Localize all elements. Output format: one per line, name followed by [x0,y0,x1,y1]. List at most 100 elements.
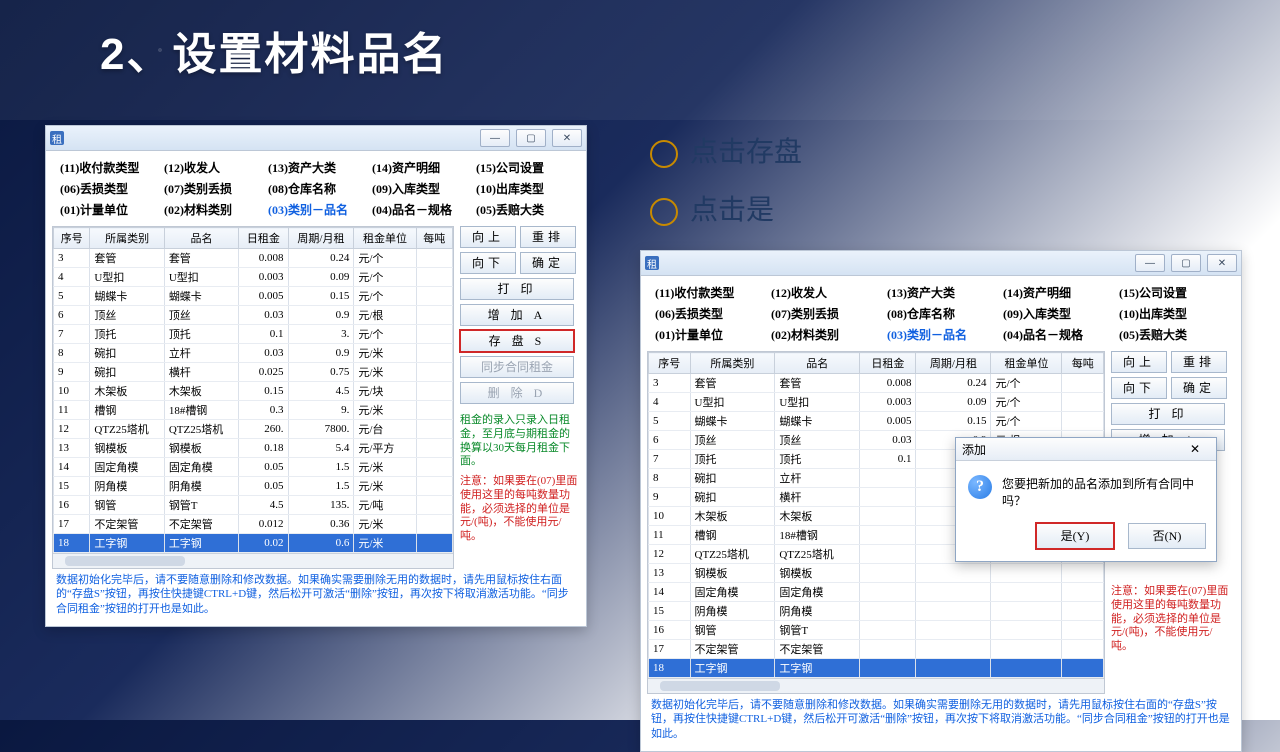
col-unit[interactable]: 租金单位 [354,228,416,249]
table-row[interactable]: 16钢管钢管T [649,621,1104,640]
cell: 10 [54,382,90,401]
col-daily[interactable]: 日租金 [239,228,288,249]
table-row[interactable]: 5蝴蝶卡蝴蝶卡0.0050.15元/个 [54,287,453,306]
tab-06[interactable]: (06)丢损类型 [56,178,160,199]
tab-10[interactable]: (10)出库类型 [472,178,576,199]
col-cat[interactable]: 所属类别 [690,353,775,374]
table-row[interactable]: 13钢模板钢模板 [649,564,1104,583]
table-row[interactable]: 3套管套管0.0080.24元/个 [649,374,1104,393]
tab-01[interactable]: (01)计量单位 [651,324,767,345]
print-button[interactable]: 打 印 [460,278,574,300]
col-seq[interactable]: 序号 [54,228,90,249]
sync-button[interactable]: 同步合同租金 [460,356,574,378]
add-button[interactable]: 增 加 A [460,304,574,326]
table-row[interactable]: 14固定角模固定角模 [649,583,1104,602]
tab-06[interactable]: (06)丢损类型 [651,303,767,324]
table-row[interactable]: 15阴角模阴角模0.051.5元/米 [54,477,453,496]
tab-15[interactable]: (15)公司设置 [1115,282,1231,303]
col-period[interactable]: 周期/月租 [288,228,354,249]
reorder-button[interactable]: 重排 [1171,351,1227,373]
col-unit[interactable]: 租金单位 [991,353,1062,374]
side-info: 注意：如果要在(07)里面使用这里的每吨数量功能，必须选择的单位是元/(吨)，不… [1111,585,1229,654]
tab-07[interactable]: (07)类别丢损 [767,303,883,324]
tab-01[interactable]: (01)计量单位 [56,199,160,220]
tab-05[interactable]: (05)丢赔大类 [1115,324,1231,345]
down-button[interactable]: 向下 [460,252,516,274]
table-row[interactable]: 9碗扣横杆0.0250.75元/米 [54,363,453,382]
col-seq[interactable]: 序号 [649,353,691,374]
table-row[interactable]: 14固定角模固定角模0.051.5元/米 [54,458,453,477]
dialog-yes-button[interactable]: 是(Y) [1036,523,1114,549]
tab-11[interactable]: (11)收付款类型 [56,157,160,178]
tab-04[interactable]: (04)品名－规格 [368,199,472,220]
tab-02[interactable]: (02)材料类别 [767,324,883,345]
table-row[interactable]: 15阴角模阴角模 [649,602,1104,621]
tab-08[interactable]: (08)仓库名称 [883,303,999,324]
horizontal-scrollbar[interactable] [648,678,1104,693]
ok-button[interactable]: 确定 [520,252,576,274]
table-row[interactable]: 7顶托顶托0.13.元/个 [54,325,453,344]
table-row[interactable]: 13钢模板钢模板0.185.4元/平方 [54,439,453,458]
cell: 元/米 [354,401,416,420]
tab-09[interactable]: (09)入库类型 [368,178,472,199]
col-cat[interactable]: 所属类别 [90,228,164,249]
save-button[interactable]: 存 盘 S [460,330,574,352]
ok-button[interactable]: 确定 [1171,377,1227,399]
table-row[interactable]: 3套管套管0.0080.24元/个 [54,249,453,268]
tab-13[interactable]: (13)资产大类 [883,282,999,303]
down-button[interactable]: 向下 [1111,377,1167,399]
horizontal-scrollbar[interactable] [53,553,453,568]
tab-04[interactable]: (04)品名－规格 [999,324,1115,345]
minimize-button[interactable]: — [480,129,510,147]
dialog-close-button[interactable]: ✕ [1190,442,1210,456]
up-button[interactable]: 向上 [1111,351,1167,373]
minimize-button[interactable]: — [1135,254,1165,272]
table-row[interactable]: 16钢管钢管T4.5135.元/吨 [54,496,453,515]
cell: 阴角模 [775,602,860,621]
dialog-no-button[interactable]: 否(N) [1128,523,1206,549]
col-name[interactable]: 品名 [775,353,860,374]
delete-button[interactable]: 删 除 D [460,382,574,404]
col-perton[interactable]: 每吨 [1062,353,1104,374]
reorder-button[interactable]: 重排 [520,226,576,248]
tab-02[interactable]: (02)材料类别 [160,199,264,220]
tab-09[interactable]: (09)入库类型 [999,303,1115,324]
tab-10[interactable]: (10)出库类型 [1115,303,1231,324]
tab-13[interactable]: (13)资产大类 [264,157,368,178]
tab-03[interactable]: (03)类别－品名 [883,324,999,345]
col-perton[interactable]: 每吨 [416,228,452,249]
table-row[interactable]: 6顶丝顶丝0.030.9元/根 [54,306,453,325]
maximize-button[interactable]: ▢ [516,129,546,147]
close-button[interactable]: ✕ [552,129,582,147]
table-row[interactable]: 4U型扣U型扣0.0030.09元/个 [649,393,1104,412]
tab-14[interactable]: (14)资产明细 [999,282,1115,303]
tab-07[interactable]: (07)类别丢损 [160,178,264,199]
tab-05[interactable]: (05)丢赔大类 [472,199,576,220]
tab-12[interactable]: (12)收发人 [767,282,883,303]
cell: 钢模板 [90,439,164,458]
table-row[interactable]: 18工字钢工字钢0.020.6元/米 [54,534,453,553]
col-name[interactable]: 品名 [164,228,238,249]
table-row[interactable]: 18工字钢工字钢 [649,659,1104,678]
col-period[interactable]: 周期/月租 [916,353,991,374]
print-button[interactable]: 打 印 [1111,403,1225,425]
tab-15[interactable]: (15)公司设置 [472,157,576,178]
cell: 15 [649,602,691,621]
tab-11[interactable]: (11)收付款类型 [651,282,767,303]
tab-14[interactable]: (14)资产明细 [368,157,472,178]
table-row[interactable]: 10木架板木架板0.154.5元/块 [54,382,453,401]
col-daily[interactable]: 日租金 [860,353,916,374]
maximize-button[interactable]: ▢ [1171,254,1201,272]
up-button[interactable]: 向上 [460,226,516,248]
table-row[interactable]: 4U型扣U型扣0.0030.09元/个 [54,268,453,287]
table-row[interactable]: 8碗扣立杆0.030.9元/米 [54,344,453,363]
table-row[interactable]: 12QTZ25塔机QTZ25塔机260.7800.元/台 [54,420,453,439]
table-row[interactable]: 11槽钢18#槽钢0.39.元/米 [54,401,453,420]
table-row[interactable]: 17不定架管不定架管0.0120.36元/米 [54,515,453,534]
tab-03[interactable]: (03)类别－品名 [264,199,368,220]
table-row[interactable]: 5蝴蝶卡蝴蝶卡0.0050.15元/个 [649,412,1104,431]
close-button[interactable]: ✕ [1207,254,1237,272]
tab-08[interactable]: (08)仓库名称 [264,178,368,199]
table-row[interactable]: 17不定架管不定架管 [649,640,1104,659]
tab-12[interactable]: (12)收发人 [160,157,264,178]
